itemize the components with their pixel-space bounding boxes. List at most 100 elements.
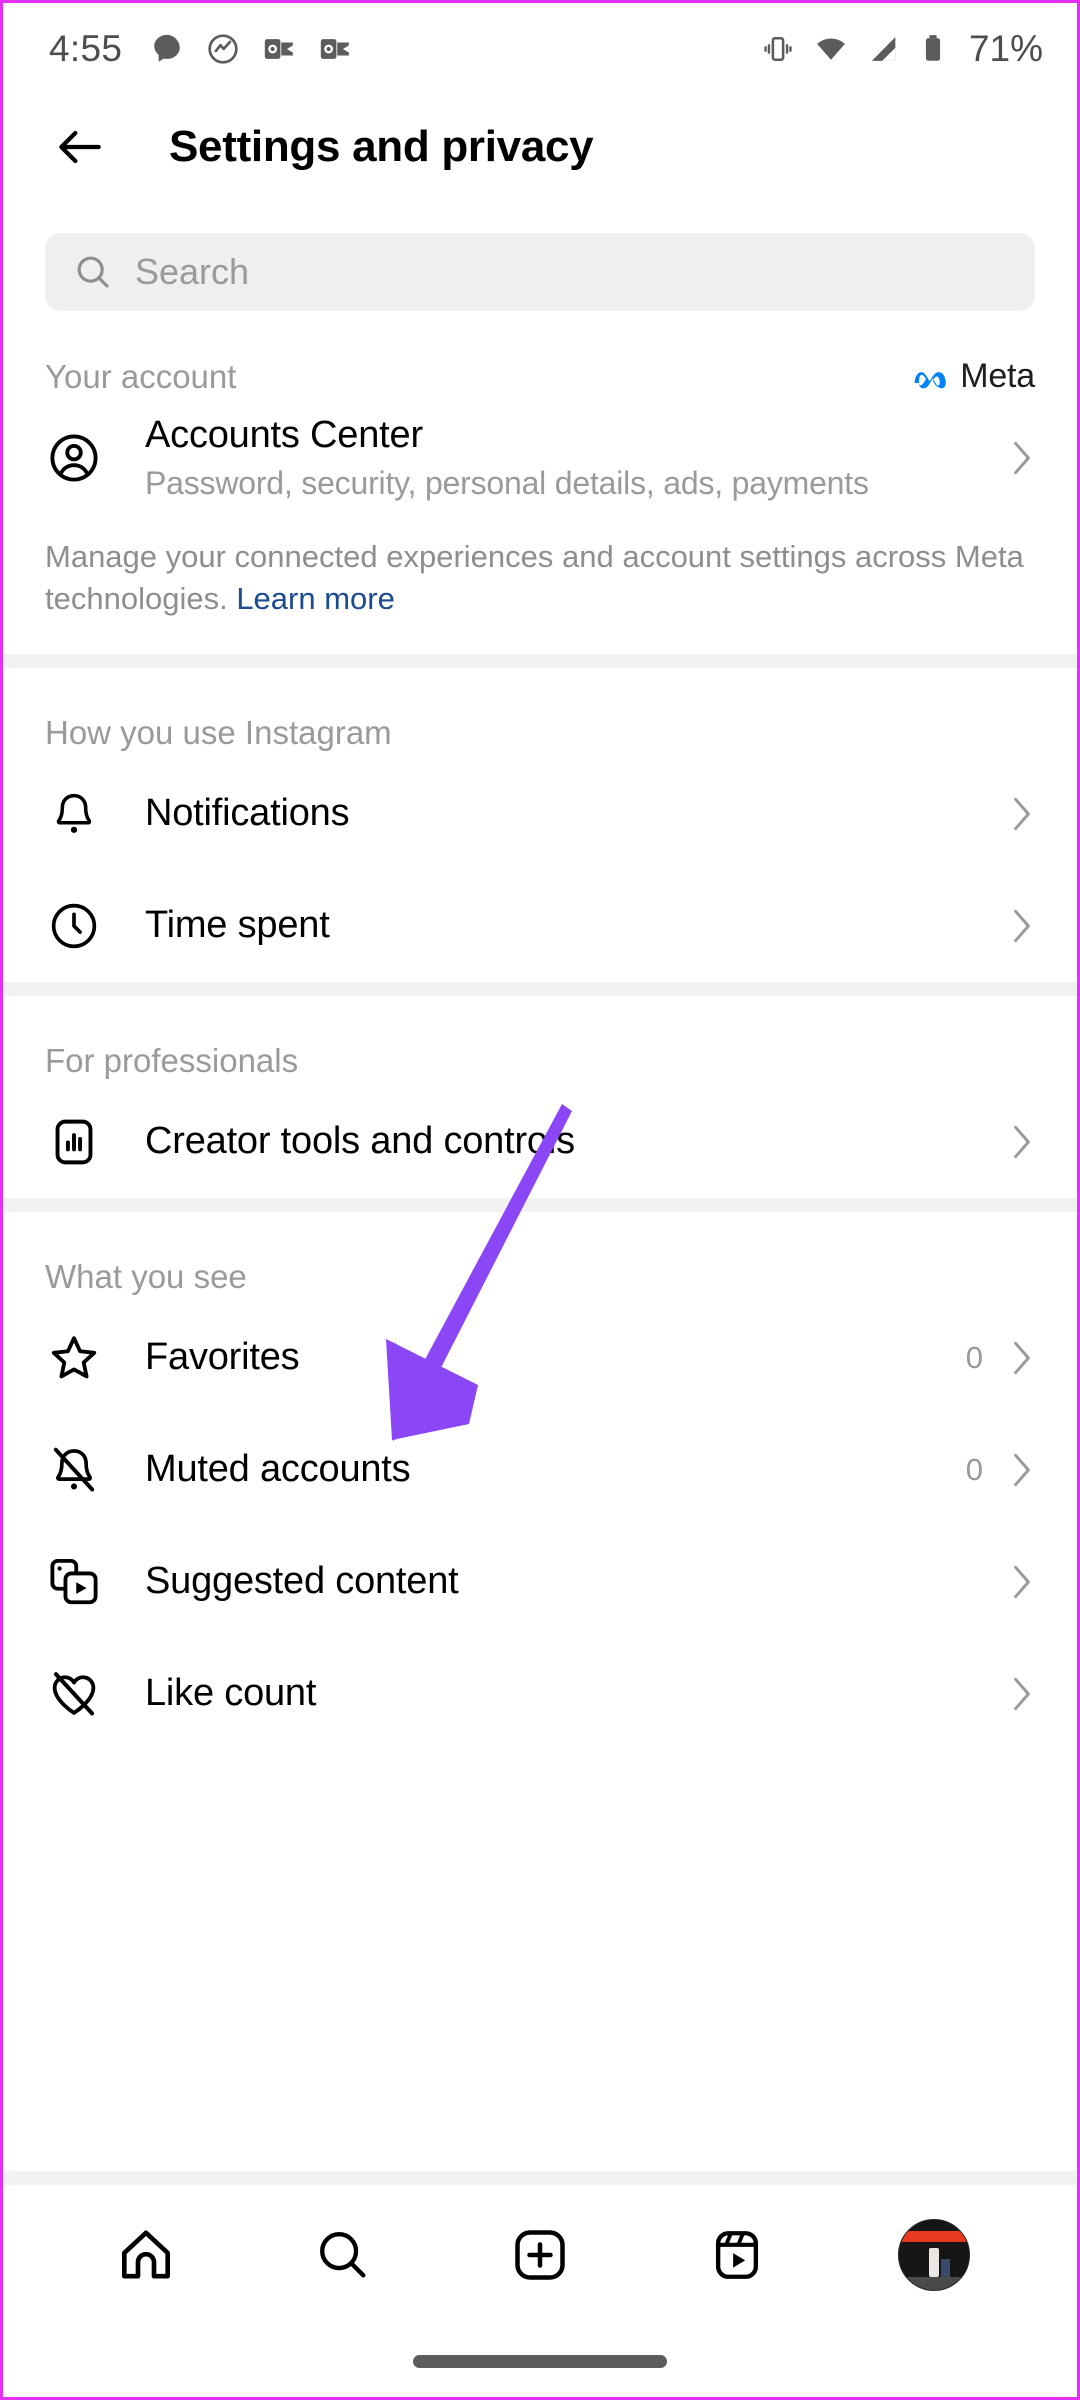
list-item-label: Suggested content [145, 1560, 459, 1603]
list-item-creator-tools[interactable]: Creator tools and controls [3, 1086, 1077, 1198]
chevron-right-icon [1003, 1336, 1037, 1380]
wifi-icon [817, 38, 845, 60]
status-system-icons: 71% [761, 28, 1043, 70]
gesture-nav-area [3, 2325, 1077, 2397]
star-icon [45, 1331, 103, 1385]
reels-icon [716, 2231, 759, 2279]
list-item-text: Suggested content [145, 1560, 1003, 1603]
bell-icon [45, 789, 103, 839]
app-screen: 4:55 71% Settings and privacy Search You… [0, 0, 1080, 2400]
nav-items [3, 2185, 1077, 2325]
meta-infinity-logo [914, 371, 946, 388]
clock-icon [45, 900, 103, 952]
list-item-label: Like count [145, 1672, 317, 1715]
suggested-content-icon [45, 1555, 103, 1609]
list-item-subtitle: Password, security, personal details, ad… [145, 465, 869, 501]
search-icon [77, 256, 109, 288]
list-item-like-count[interactable]: Like count [3, 1638, 1077, 1750]
battery-icon [925, 35, 941, 61]
bell-slash-icon [45, 1444, 103, 1496]
chevron-right-icon [1003, 1560, 1037, 1604]
list-item-text: Muted accounts [145, 1448, 966, 1491]
heart-slash-icon [45, 1667, 103, 1721]
gesture-home-bar[interactable] [413, 2354, 667, 2368]
chat-bubble-icon [154, 34, 180, 62]
chevron-right-icon [1003, 1672, 1037, 1716]
status-notification-icons [150, 32, 352, 66]
nav-divider [3, 2171, 1077, 2185]
list-item-label: Muted accounts [145, 1448, 411, 1491]
search-icon [319, 2232, 366, 2278]
profile-avatar [898, 2219, 971, 2291]
list-item-label: Accounts Center [145, 414, 423, 456]
outlook-icon [265, 39, 294, 59]
accounts-center-note: Manage your connected experiences and ac… [3, 514, 1077, 654]
section-header: How you use Instagram [3, 668, 1077, 758]
status-time: 4:55 [49, 28, 123, 69]
list-item-suggested-content[interactable]: Suggested content [3, 1526, 1077, 1638]
list-item-value: 0 [965, 1339, 983, 1375]
snapchat-icon [208, 34, 238, 64]
list-item-label: Creator tools and controls [145, 1120, 575, 1163]
section-title: What you see [45, 1257, 247, 1295]
section-header: For professionals [3, 996, 1077, 1086]
chevron-right-icon [1003, 904, 1037, 948]
account-circle-icon [45, 431, 103, 485]
section-title: Your account [45, 357, 237, 395]
section-divider [3, 653, 1077, 668]
list-item-label: Time spent [145, 904, 330, 947]
back-button[interactable] [43, 110, 117, 184]
section-divider [3, 981, 1077, 996]
section-how-you-use-instagram: How you use Instagram Notifications Time… [3, 668, 1077, 982]
page-header: Settings and privacy [3, 95, 1077, 199]
learn-more-link[interactable]: Learn more [236, 581, 395, 616]
battery-percent-label: 71% [968, 28, 1043, 69]
chevron-right-icon [1003, 792, 1037, 836]
list-item-text: Creator tools and controls [145, 1120, 1003, 1163]
section-what-you-see: What you see Favorites 0 Muted accounts … [3, 1212, 1077, 1750]
nav-search-button[interactable] [295, 2207, 391, 2303]
list-item-favorites[interactable]: Favorites 0 [3, 1302, 1077, 1414]
search-container: Search [3, 199, 1077, 311]
outlook-icon [321, 39, 350, 59]
section-header: Your account Meta [3, 311, 1077, 402]
back-arrow-icon [59, 130, 101, 164]
chevron-right-icon [1003, 1120, 1037, 1164]
section-divider [3, 1197, 1077, 1212]
status-bar: 4:55 71% [3, 3, 1077, 95]
nav-create-button[interactable] [492, 2207, 588, 2303]
note-text: Manage your connected experiences and ac… [45, 539, 1024, 616]
list-item-text: Favorites [145, 1336, 966, 1379]
list-item-accounts-center[interactable]: Accounts Center Password, security, pers… [3, 402, 1077, 514]
meta-badge: Meta [909, 357, 1035, 396]
list-item-text: Accounts Center Password, security, pers… [145, 414, 1003, 502]
list-item-notifications[interactable]: Notifications [3, 758, 1077, 870]
list-item-value: 0 [965, 1451, 983, 1487]
section-title: How you use Instagram [45, 713, 392, 751]
list-item-text: Notifications [145, 792, 1003, 835]
bottom-navigation [3, 2171, 1077, 2397]
page-title: Settings and privacy [169, 122, 594, 171]
list-item-muted-accounts[interactable]: Muted accounts 0 [3, 1414, 1077, 1526]
vibrate-icon [764, 36, 792, 62]
home-icon [121, 2230, 170, 2279]
nav-profile-button[interactable] [886, 2207, 982, 2303]
list-item-text: Time spent [145, 904, 1003, 947]
list-item-text: Like count [145, 1672, 1003, 1715]
list-item-time-spent[interactable]: Time spent [3, 870, 1077, 982]
create-plus-icon [515, 2230, 565, 2280]
section-for-professionals: For professionals Creator tools and cont… [3, 996, 1077, 1198]
cellular-signal-icon [871, 37, 896, 61]
section-header: What you see [3, 1212, 1077, 1302]
search-input[interactable]: Search [45, 233, 1035, 311]
bar-chart-icon [45, 1116, 103, 1168]
meta-label: Meta [960, 357, 1035, 395]
section-your-account: Your account Meta Accounts Center Passwo… [3, 311, 1077, 654]
list-item-label: Notifications [145, 792, 350, 835]
nav-reels-button[interactable] [689, 2207, 785, 2303]
chevron-right-icon [1003, 1448, 1037, 1492]
nav-home-button[interactable] [98, 2207, 194, 2303]
search-placeholder: Search [135, 251, 250, 292]
list-item-label: Favorites [145, 1336, 300, 1379]
section-title: For professionals [45, 1041, 299, 1079]
